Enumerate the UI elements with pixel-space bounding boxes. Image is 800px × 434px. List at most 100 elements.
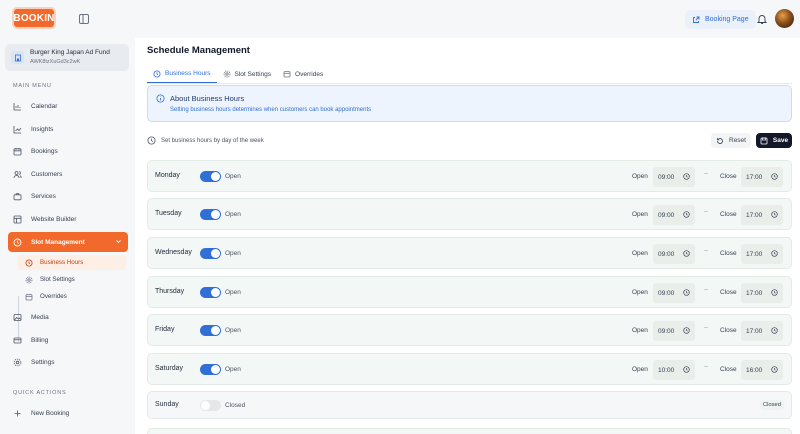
close-label: Close: [720, 172, 737, 180]
sidebar-item-services[interactable]: Services: [8, 187, 128, 205]
close-time-input[interactable]: 17:00: [741, 283, 783, 303]
sidebar-subitem-business-hours[interactable]: Business Hours: [18, 255, 126, 270]
sidebar-item-billing[interactable]: Billing: [8, 331, 128, 349]
day-status: Closed: [225, 401, 246, 409]
sidebar-item-slot-management[interactable]: Slot Management: [8, 232, 128, 252]
save-button[interactable]: Save: [756, 133, 792, 148]
new-booking-label: New Booking: [31, 409, 70, 417]
time-separator: ~: [704, 209, 709, 216]
clock-icon: [25, 259, 33, 266]
close-time-input[interactable]: 16:00: [741, 360, 783, 380]
user-avatar[interactable]: [775, 9, 794, 28]
sidebar-subitem-overrides[interactable]: Overrides: [18, 289, 126, 304]
clock-icon: [683, 211, 690, 218]
hours-hint: Set business hours by day of the week: [147, 136, 264, 145]
day-status: Open: [225, 210, 241, 218]
open-time-input[interactable]: 09:00: [653, 205, 695, 225]
info-text: Setting business hours determines when c…: [170, 107, 372, 113]
chart-icon: [13, 125, 22, 133]
day-name: Sunday: [155, 401, 179, 408]
briefcase-icon: [13, 192, 22, 200]
sidebar-item-customers[interactable]: Customers: [8, 165, 128, 183]
top-bar: BOOKIN Booking Page: [0, 0, 800, 38]
day-open-toggle[interactable]: [200, 171, 221, 182]
tab-label: Business Hours: [165, 70, 211, 77]
users-icon: [13, 170, 22, 178]
clock-icon: [683, 289, 690, 296]
day-open-toggle[interactable]: [200, 287, 221, 298]
open-label: Open: [632, 365, 648, 373]
gear-icon: [13, 358, 22, 366]
day-open-toggle[interactable]: [200, 325, 221, 336]
bell-icon[interactable]: [756, 13, 768, 25]
tab-business-hours[interactable]: Business Hours: [147, 65, 217, 83]
calendar-icon: [25, 293, 33, 300]
open-time-input[interactable]: 09:00: [653, 321, 695, 341]
sidebar-item-insights[interactable]: Insights: [8, 120, 128, 138]
clock-icon: [147, 136, 156, 145]
open-time-value: 09:00: [658, 173, 675, 181]
sidebar-subitem-slot-settings[interactable]: Slot Settings: [18, 272, 126, 287]
main-menu-label: MAIN MENU: [13, 83, 52, 89]
day-open-toggle[interactable]: [200, 364, 221, 375]
tab-bar: Business Hours Slot Settings Overrides: [147, 65, 329, 83]
sidebar-item-label: Insights: [31, 125, 54, 133]
tab-label: Overrides: [295, 70, 324, 78]
clock-icon: [683, 327, 690, 334]
day-row-sunday: Sunday Closed Closed: [147, 391, 792, 419]
clock-icon: [771, 289, 778, 296]
day-name: Wednesday: [155, 249, 192, 256]
sidebar-item-label: Settings: [31, 358, 55, 366]
sidebar-item-website-builder[interactable]: Website Builder: [8, 210, 128, 228]
reset-button[interactable]: Reset: [711, 133, 751, 148]
main-content: Schedule Management Business Hours Slot …: [135, 38, 800, 434]
close-time-value: 17:00: [746, 250, 763, 258]
reset-label: Reset: [729, 137, 746, 144]
app-logo[interactable]: BOOKIN: [12, 7, 56, 29]
sidebar-item-label: Bookings: [31, 147, 58, 155]
tab-overrides[interactable]: Overrides: [277, 65, 329, 83]
clock-icon: [683, 250, 690, 257]
save-icon: [760, 137, 768, 144]
card-icon: [13, 337, 22, 343]
booking-page-button[interactable]: Booking Page: [685, 10, 756, 29]
day-open-toggle[interactable]: [200, 400, 221, 411]
day-open-toggle[interactable]: [200, 209, 221, 220]
day-name: Thursday: [155, 288, 185, 295]
open-time-input[interactable]: 09:00: [653, 244, 695, 264]
organization-id: AWK8tzXuGd3c2wK: [30, 59, 81, 65]
gear-icon: [223, 70, 230, 78]
close-time-value: 17:00: [746, 173, 763, 181]
close-time-input[interactable]: 17:00: [741, 321, 783, 341]
day-row-friday: Friday Open Open 09:00 ~ Close 17:00: [147, 314, 792, 346]
close-time-input[interactable]: 17:00: [741, 205, 783, 225]
sidebar-item-bookings[interactable]: Bookings: [8, 142, 128, 160]
new-booking-button[interactable]: New Booking: [8, 404, 128, 422]
sidebar-toggle-icon[interactable]: [78, 13, 90, 25]
gear-icon: [25, 276, 33, 283]
time-separator: ~: [704, 171, 709, 178]
open-time-input[interactable]: 10:00: [653, 360, 695, 380]
bar-chart-icon: [13, 102, 21, 110]
hint-text: Set business hours by day of the week: [161, 137, 264, 144]
open-time-input[interactable]: 09:00: [653, 283, 695, 303]
close-time-input[interactable]: 17:00: [741, 167, 783, 187]
reset-icon: [717, 137, 723, 144]
open-time-input[interactable]: 09:00: [653, 167, 695, 187]
tab-slot-settings[interactable]: Slot Settings: [217, 65, 278, 83]
organization-switcher[interactable]: Burger King Japan Ad Fund AWK8tzXuGd3c2w…: [5, 44, 129, 71]
tab-label: Slot Settings: [234, 70, 272, 78]
day-open-toggle[interactable]: [200, 248, 221, 259]
sidebar-item-settings[interactable]: Settings: [8, 353, 128, 371]
info-icon: [156, 94, 165, 103]
open-label: Open: [632, 249, 648, 257]
plus-icon: [14, 410, 21, 416]
close-time-input[interactable]: 17:00: [741, 244, 783, 264]
sidebar-item-calendar[interactable]: Calendar: [8, 97, 128, 115]
sidebar-item-label: Media: [31, 313, 49, 321]
media-icon: [13, 313, 22, 321]
open-label: Open: [632, 172, 648, 180]
day-status: Open: [225, 249, 241, 257]
clock-icon: [771, 173, 778, 180]
sidebar-item-media[interactable]: Media: [8, 308, 128, 326]
